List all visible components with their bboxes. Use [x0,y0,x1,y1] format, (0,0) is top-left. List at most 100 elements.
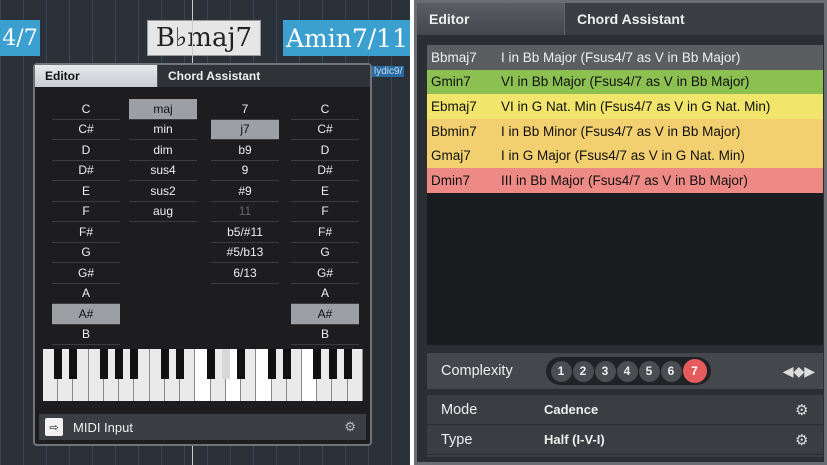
tab-editor[interactable]: Editor [417,3,564,35]
quality-option[interactable]: maj [129,99,197,120]
complexity-label: Complexity [441,363,513,379]
root-option[interactable]: D# [52,161,120,181]
suggestion-chord: Gmaj7 [431,148,471,164]
complexity-level-5[interactable]: 5 [638,360,660,382]
root-option[interactable]: G# [52,263,120,284]
complexity-level-1[interactable]: 1 [550,360,572,382]
quality-option[interactable]: min [129,120,197,140]
root-option[interactable]: C [52,99,120,120]
bass-option[interactable]: D [291,140,359,161]
bass-option[interactable]: G [291,243,359,263]
quality-option[interactable]: sus2 [129,181,197,202]
tension-option[interactable]: b5/#11 [211,222,279,243]
bass-option[interactable]: C# [291,120,359,140]
suggestion-row[interactable]: Gmin7 VI in Bb Major (Fsus4/7 as V in Bb … [427,69,823,95]
scale-event[interactable]: lydic9/ [372,66,405,77]
black-key[interactable] [69,349,78,379]
complexity-selector[interactable]: 1234567 [546,357,711,385]
suggestion-chord: Ebmaj7 [431,98,477,114]
black-key[interactable] [221,349,230,379]
bass-option[interactable]: F# [291,222,359,243]
type-label: Type [441,431,473,448]
root-option[interactable]: E [52,181,120,202]
black-key[interactable] [115,349,124,379]
root-option[interactable]: D [52,140,120,161]
bass-option[interactable]: E [291,181,359,202]
tension-option[interactable]: 11 [211,202,279,222]
black-key[interactable] [267,349,276,379]
type-value[interactable]: Half (I-V-I) [544,432,795,447]
black-key[interactable] [54,349,63,379]
tension-option[interactable]: j7 [211,119,279,140]
black-key[interactable] [237,349,246,379]
mode-value[interactable]: Cadence [544,402,795,417]
suggestion-row[interactable]: Bbmaj7 I in Bb Major (Fsus4/7 as V in Bb … [427,45,823,70]
tension-option[interactable]: #9 [211,181,279,202]
chord-event-prev[interactable]: 4/7 [0,20,40,56]
bass-option[interactable]: A [291,284,359,304]
root-option[interactable]: F# [52,222,120,243]
root-option[interactable]: A# [52,304,120,325]
black-key[interactable] [176,349,185,379]
tab-chord-assistant[interactable]: Chord Assistant [157,65,370,87]
tension-option[interactable]: #5/b13 [211,243,279,263]
quality-option[interactable]: aug [129,202,197,222]
suggestion-row[interactable]: Gmaj7 I in G Major (Fsus4/7 as V in G Nat… [427,143,823,168]
bass-option[interactable]: A# [291,304,359,325]
root-option[interactable]: F [52,202,120,222]
bass-option[interactable]: B [291,325,359,345]
black-key[interactable] [328,349,337,379]
black-key[interactable] [99,349,108,379]
root-option[interactable]: G [52,243,120,263]
black-key[interactable] [313,349,322,379]
root-option[interactable]: B [52,325,120,345]
complexity-level-3[interactable]: 3 [594,360,616,382]
tension-option[interactable]: 6/13 [211,263,279,284]
suggestion-description: III in Bb Major (Fsus4/7 as V in Bb Majo… [501,172,748,188]
tab-chord-assistant[interactable]: Chord Assistant [564,3,824,35]
suggestion-description: VI in Bb Major (Fsus4/7 as V in Bb Major… [501,74,750,90]
root-option[interactable]: C# [52,120,120,140]
quality-option[interactable]: dim [129,140,197,161]
chord-event-selected[interactable]: B♭maj7 [147,20,261,56]
chord-editor-panel: Editor Chord Assistant C C# D D# E F F# G G# A A# B… [33,63,372,446]
midi-input-icon[interactable]: ⇨ [45,418,63,436]
chord-assistant-panel: Editor Chord Assistant Bbmaj7 I in Bb Maj… [414,0,827,465]
tension-option[interactable]: 9 [211,161,279,181]
complexity-level-2[interactable]: 2 [572,360,594,382]
complexity-row: Complexity 1234567 ◀◆▶ [427,353,823,389]
bass-option[interactable]: F [291,202,359,222]
suggestion-list: Bbmaj7 I in Bb Major (Fsus4/7 as V in Bb … [427,45,823,345]
settings-icon[interactable]: ⚙ [795,431,823,449]
assistant-tabs: Editor Chord Assistant [417,3,824,35]
bass-option[interactable]: C [291,99,359,120]
black-key[interactable] [130,349,139,379]
bass-option[interactable]: G# [291,263,359,284]
suggestion-description: I in Bb Minor (Fsus4/7 as V in Bb Major) [501,123,741,139]
settings-icon[interactable]: ⚙ [344,419,356,435]
expand-icon[interactable]: ◀◆▶ [783,363,815,380]
mode-row: Mode Cadence ⚙ [427,395,823,425]
quality-option[interactable]: sus4 [129,161,197,181]
suggestion-description: I in Bb Major (Fsus4/7 as V in Bb Major) [501,49,741,65]
suggestion-row[interactable]: Dmin7 III in Bb Major (Fsus4/7 as V in Bb… [427,167,823,193]
type-row: Type Half (I-V-I) ⚙ [427,425,823,455]
chord-event-next[interactable]: Amin7/11 [283,20,410,56]
suggestion-row[interactable]: Ebmaj7 VI in G Nat. Min (Fsus4/7 as V in … [427,94,823,119]
suggestion-row[interactable]: Bbmin7 I in Bb Minor (Fsus4/7 as V in Bb … [427,118,823,144]
black-key[interactable] [343,349,352,379]
suggestion-description: I in G Major (Fsus4/7 as V in G Nat. Min… [501,148,745,164]
black-key[interactable] [160,349,169,379]
tension-option[interactable]: 7 [211,99,279,120]
complexity-level-6[interactable]: 6 [660,360,682,382]
tension-option[interactable]: b9 [211,140,279,161]
bass-option[interactable]: D# [291,161,359,181]
midi-input-label: MIDI Input [73,419,133,435]
black-key[interactable] [206,349,215,379]
complexity-level-7[interactable]: 7 [682,359,707,383]
root-option[interactable]: A [52,284,120,304]
complexity-level-4[interactable]: 4 [616,360,638,382]
tab-editor[interactable]: Editor [35,65,157,87]
black-key[interactable] [282,349,291,379]
gear-icon[interactable]: ⚙ [795,401,823,419]
